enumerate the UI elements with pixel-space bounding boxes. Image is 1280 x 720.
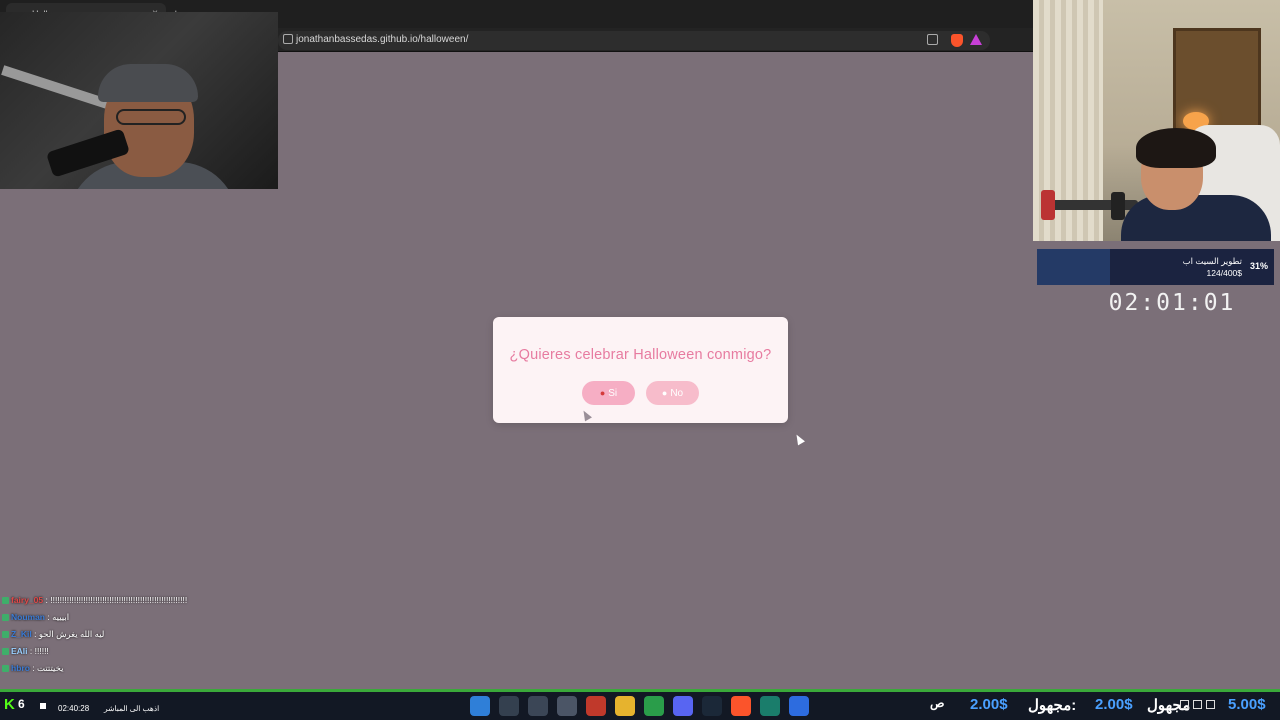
goal-progress-fill bbox=[1037, 249, 1111, 285]
discord-icon[interactable] bbox=[673, 696, 693, 716]
mouse-pointer-icon bbox=[793, 432, 805, 446]
edge-icon[interactable] bbox=[760, 696, 780, 716]
taskbar-apps bbox=[470, 696, 809, 716]
url-text[interactable]: jonathanbassedas.github.io/halloween/ bbox=[296, 34, 468, 45]
chat-text: !!!!!!!!!!!!!!!!!!!!!!!!!!!!!!!!!!!!!!!!… bbox=[50, 595, 188, 605]
yes-label: Si bbox=[608, 388, 618, 399]
kick-logo-icon: K bbox=[4, 696, 15, 713]
halloween-dialog: ¿Quieres celebrar Halloween conmigo? ● Si… bbox=[493, 317, 788, 423]
go-live-label[interactable]: اذهب الى المباشر bbox=[104, 704, 159, 713]
yes-button[interactable]: ● Si bbox=[582, 381, 635, 405]
webcam-right bbox=[1033, 0, 1280, 241]
share-icon[interactable] bbox=[927, 34, 938, 45]
goal-title: تطوير السيت اب bbox=[1182, 256, 1242, 266]
chat-badge-icon bbox=[2, 614, 9, 621]
chat-text: ابيييه bbox=[52, 612, 70, 622]
network-icon[interactable] bbox=[1180, 700, 1189, 709]
chat-username[interactable]: Z_Kil bbox=[11, 629, 32, 639]
donor-name: مجهول: bbox=[1028, 697, 1077, 714]
chat-username[interactable]: fairy_05 bbox=[11, 595, 43, 605]
chat-separator: : bbox=[31, 629, 39, 639]
dialog-question: ¿Quieres celebrar Halloween conmigo? bbox=[509, 347, 772, 363]
chat-separator: : bbox=[29, 663, 37, 673]
stream-uptime: 02:40:28 bbox=[58, 704, 90, 713]
chat-message: EAli : !!!!!! bbox=[2, 643, 422, 660]
chat-overlay: fairy_05 : !!!!!!!!!!!!!!!!!!!!!!!!!!!!!… bbox=[2, 592, 422, 677]
mic-arm bbox=[1, 65, 109, 109]
chat-message: Nouman : ابيييه bbox=[2, 609, 422, 626]
chat-badge-icon bbox=[2, 631, 9, 638]
chat-username[interactable]: hbro bbox=[11, 663, 30, 673]
sound-icon[interactable] bbox=[1193, 700, 1202, 709]
donation-amount: 2.00$ bbox=[970, 696, 1008, 713]
app-icon[interactable] bbox=[586, 696, 606, 716]
donation-amount: 5.00$ bbox=[1228, 696, 1266, 713]
brave-shield-icon[interactable] bbox=[951, 34, 963, 47]
search-icon[interactable] bbox=[499, 696, 519, 716]
chat-message: Z_Kil : ليه الله يغرش الحو bbox=[2, 626, 422, 643]
chat-text: !!!!!! bbox=[34, 646, 49, 656]
glasses bbox=[116, 109, 186, 125]
windows-start-icon[interactable] bbox=[470, 696, 490, 716]
system-tray bbox=[1180, 700, 1215, 709]
chat-separator: : bbox=[27, 646, 35, 656]
site-info-icon[interactable] bbox=[283, 34, 293, 44]
ghost-icon: ● bbox=[661, 388, 668, 398]
chat-badge-icon bbox=[2, 597, 9, 604]
webcam-left bbox=[0, 12, 278, 189]
donation-amount: 2.00$ bbox=[1095, 696, 1133, 713]
person-body bbox=[1121, 195, 1271, 241]
weight-plate bbox=[1111, 192, 1125, 220]
cap bbox=[98, 64, 198, 102]
chat-badge-icon bbox=[2, 665, 9, 672]
document-icon[interactable] bbox=[789, 696, 809, 716]
brave-rewards-icon[interactable] bbox=[970, 34, 982, 45]
no-button[interactable]: ● No bbox=[646, 381, 699, 405]
taskbar: K 6 02:40:28 اذهب الى المباشر ص 2.00$ مج… bbox=[0, 692, 1280, 720]
no-label: No bbox=[670, 388, 684, 399]
donation-goal: تطوير السيت اب 124/400$ 31% bbox=[1037, 249, 1274, 285]
countdown-timer: 02:01:01 bbox=[1108, 290, 1236, 316]
steam-icon[interactable] bbox=[702, 696, 722, 716]
chat-username[interactable]: EAli bbox=[11, 646, 28, 656]
file-explorer-icon[interactable] bbox=[615, 696, 635, 716]
brave-icon[interactable] bbox=[731, 696, 751, 716]
stream-screen: Halloween × + jonathanbassedas.github.io… bbox=[0, 0, 1280, 720]
chat-text: يخيتتتت bbox=[36, 663, 64, 673]
viewer-count: 6 bbox=[18, 697, 25, 711]
chat-username[interactable]: Nouman bbox=[11, 612, 45, 622]
battery-icon[interactable] bbox=[1206, 700, 1215, 709]
chat-message: fairy_05 : !!!!!!!!!!!!!!!!!!!!!!!!!!!!!… bbox=[2, 592, 422, 609]
weight-plate bbox=[1041, 190, 1055, 220]
volume-icon[interactable] bbox=[40, 703, 46, 709]
store-icon[interactable] bbox=[557, 696, 577, 716]
tray-glyph: ص bbox=[930, 696, 945, 710]
chrome-icon[interactable] bbox=[644, 696, 664, 716]
chat-badge-icon bbox=[2, 648, 9, 655]
goal-amount: 124/400$ bbox=[1206, 268, 1242, 278]
url-field[interactable]: jonathanbassedas.github.io/halloween/ bbox=[278, 31, 990, 50]
person-hair bbox=[1136, 128, 1216, 168]
chat-text: ليه الله يغرش الحو bbox=[38, 629, 105, 639]
goal-percent: 31% bbox=[1249, 261, 1268, 271]
task-view-icon[interactable] bbox=[528, 696, 548, 716]
pumpkin-icon: ● bbox=[599, 388, 606, 398]
chat-message: hbro : يخيتتتت bbox=[2, 660, 422, 677]
